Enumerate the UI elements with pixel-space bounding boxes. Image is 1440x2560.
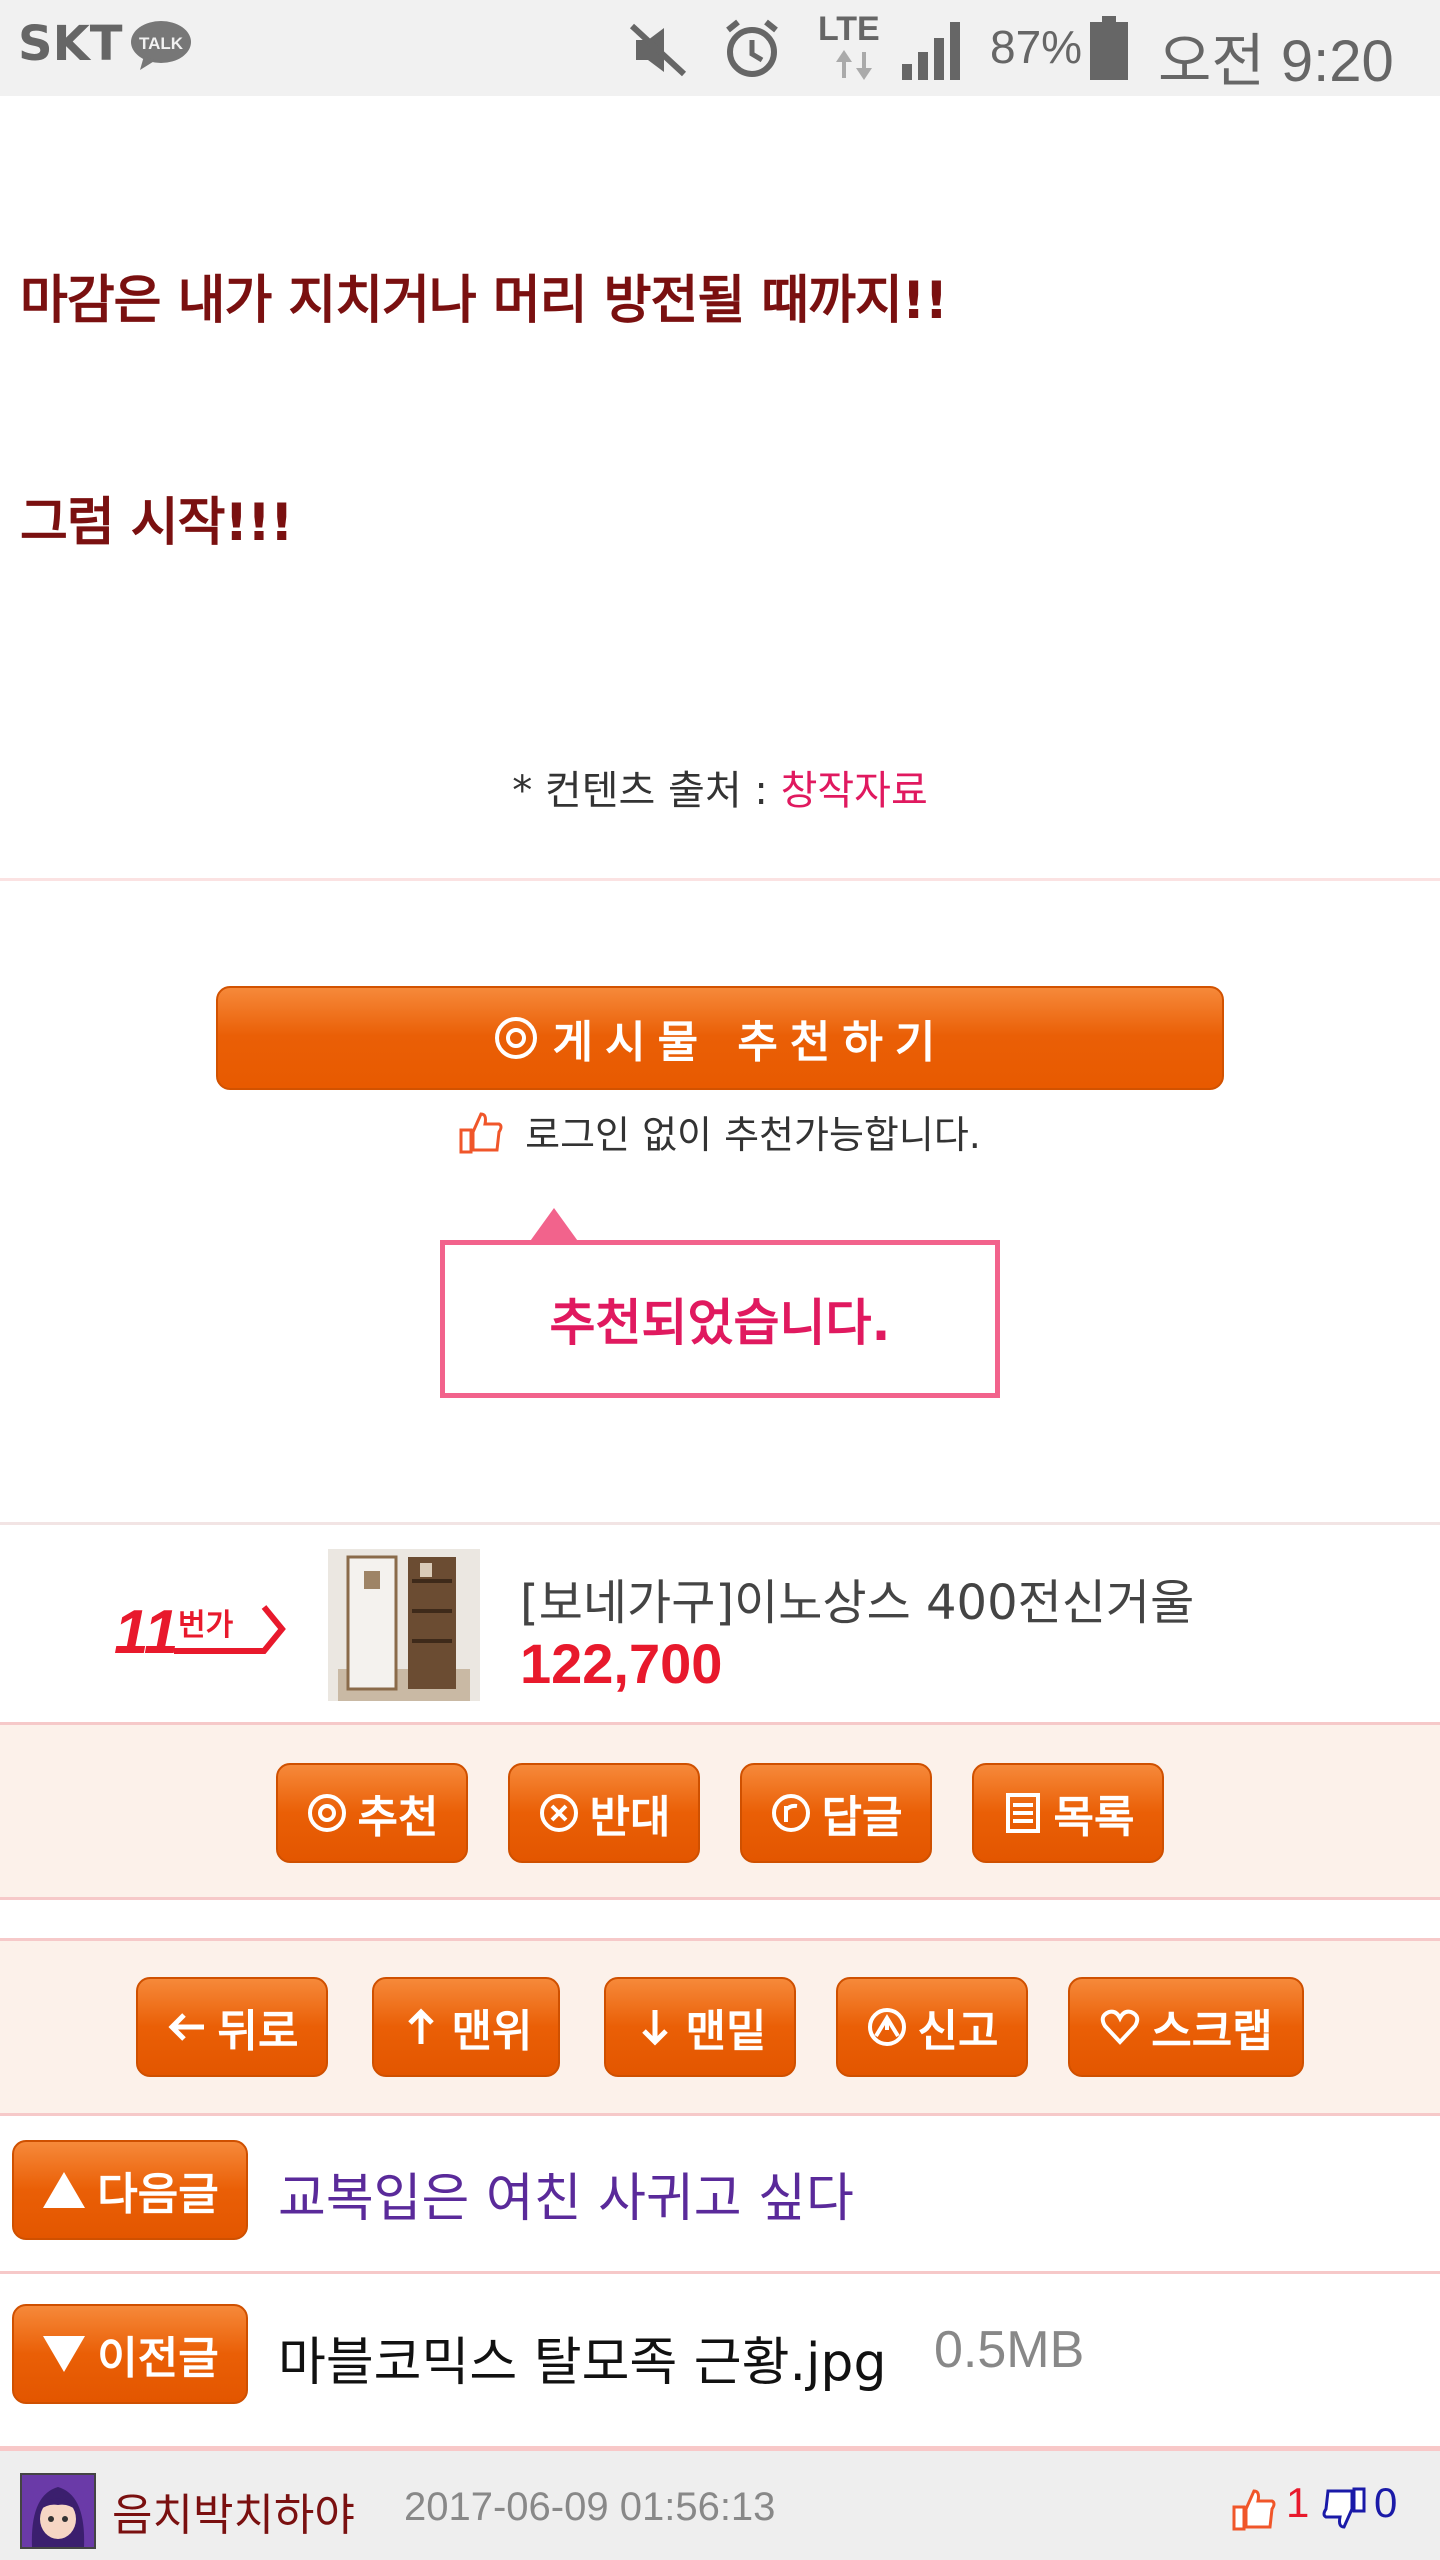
product-price: 122,700 [520, 1632, 723, 1695]
mute-icon [629, 23, 687, 77]
arrow-up-icon [407, 2008, 434, 2044]
recommend-post-label: 게시물 추천하기 [552, 1017, 948, 1068]
arrow-left-icon [167, 2013, 204, 2041]
triangle-up-icon [43, 2172, 86, 2208]
recommend-post-button[interactable]: 게시물 추천하기 [216, 986, 1224, 1090]
lte-indicator: LTE [818, 10, 888, 82]
circle-o-icon [307, 1794, 346, 1832]
battery-percent: 87% [990, 21, 1083, 73]
prev-post-button[interactable]: 이전글 [12, 2304, 248, 2404]
oppose-button[interactable]: 반대 [508, 1763, 700, 1863]
post-date: 2017-06-09 01:56:13 [404, 2485, 776, 2529]
author-name[interactable]: 음치박치하야 [112, 2479, 355, 2543]
mirror-cabinet-image [328, 1549, 480, 1701]
svg-text:TALK: TALK [139, 34, 184, 53]
recommend-button-label: 추천 [357, 1792, 439, 1843]
svg-text:번가: 번가 [178, 1608, 234, 1643]
downvote-count: 0 [1374, 2479, 1398, 2526]
circle-r-icon [771, 1794, 810, 1832]
source-prefix: * 컨텐츠 출처 : [512, 768, 781, 814]
source-link[interactable]: 창작자료 [781, 768, 928, 814]
circle-x-icon [539, 1794, 578, 1832]
status-bar: SKT TALK LTE 87% 오전 9:20 [0, 0, 1440, 96]
thumbs-down-icon [1322, 2487, 1366, 2529]
next-post-button[interactable]: 다음글 [12, 2140, 248, 2240]
next-post-row[interactable]: 다음글 교복입은 여친 사귀고 싶다 [0, 2116, 1440, 2274]
report-button-label: 신고 [917, 2006, 999, 2057]
recommend-button[interactable]: 추천 [276, 1763, 468, 1863]
arrow-down-icon [641, 2010, 668, 2046]
alarm-icon [726, 19, 778, 77]
carrier-label: SKT [18, 16, 123, 72]
report-button[interactable]: 신고 [836, 1977, 1028, 2077]
heart-icon [1101, 2009, 1140, 2045]
list-button[interactable]: 목록 [972, 1763, 1164, 1863]
next-post-label: 다음글 [97, 2169, 219, 2220]
scrap-button-label: 스크랩 [1151, 2006, 1273, 2057]
prev-post-title[interactable]: 마블코믹스 탈모족 근황.jpg [278, 2320, 886, 2395]
back-button[interactable]: 뒤로 [136, 1977, 328, 2077]
bottom-button-label: 맨밑 [685, 2006, 767, 2057]
reply-button[interactable]: 답글 [740, 1763, 932, 1863]
list-button-label: 목록 [1053, 1792, 1135, 1843]
article-text-line-2: 그럼 시작!!! [20, 493, 294, 553]
back-button-label: 뒤로 [217, 2006, 299, 2057]
battery-icon [1090, 16, 1128, 80]
clock: 오전 9:20 [1158, 29, 1394, 94]
upvote-count: 1 [1286, 2479, 1310, 2526]
prev-post-row[interactable]: 이전글 마블코믹스 탈모족 근황.jpg 0.5MB [0, 2280, 1440, 2440]
prev-post-label: 이전글 [97, 2333, 219, 2384]
scrap-button[interactable]: 스크랩 [1068, 1977, 1304, 2077]
divider [0, 878, 1440, 881]
recommended-message: 추천되었습니다. [549, 1294, 891, 1352]
next-post-title[interactable]: 교복입은 여친 사귀고 싶다 [278, 2156, 854, 2231]
recommended-callout: 추천되었습니다. [440, 1240, 1000, 1398]
recommend-note: 로그인 없이 추천가능합니다. [0, 1104, 1440, 1159]
bottom-button[interactable]: 맨밑 [604, 1977, 796, 2077]
list-icon [1005, 1793, 1040, 1833]
recommend-note-text: 로그인 없이 추천가능합니다. [525, 1113, 981, 1157]
reply-button-label: 답글 [821, 1792, 903, 1843]
shopping-ad[interactable]: 11 번가 [보네가구]이노상스 400전신거울 122,700 [0, 1522, 1440, 1724]
circle-o-icon [494, 1017, 537, 1059]
post-author-bar: 음치박치하야 2017-06-09 01:56:13 1 0 [0, 2446, 1440, 2560]
thumbs-up-icon [459, 1111, 503, 1153]
top-button[interactable]: 맨위 [372, 1977, 560, 2077]
prev-post-size: 0.5MB [934, 2321, 1085, 2379]
navigation-actions-bar: 뒤로 맨위 맨밑 신고 스크랩 [0, 1938, 1440, 2116]
post-actions-bar: 추천 반대 답글 목록 [0, 1722, 1440, 1900]
avatar-image [22, 2475, 94, 2547]
avatar[interactable] [20, 2473, 96, 2549]
report-icon [867, 2008, 906, 2046]
product-thumbnail[interactable] [328, 1549, 480, 1701]
thumbs-up-icon [1232, 2489, 1276, 2531]
11st-logo: 11 번가 [114, 1598, 286, 1665]
oppose-button-label: 반대 [589, 1792, 671, 1843]
top-button-label: 맨위 [451, 2006, 533, 2057]
triangle-down-icon [43, 2336, 86, 2372]
data-arrows-icon [836, 50, 872, 80]
kakaotalk-icon: TALK [131, 21, 191, 70]
product-title[interactable]: [보네가구]이노상스 400전신거울 [520, 1563, 1194, 1633]
article-text-line-1: 마감은 내가 지치거나 머리 방전될 때까지!! [20, 271, 948, 331]
content-source: * 컨텐츠 출처 : 창작자료 [0, 758, 1440, 816]
signal-icon [902, 22, 960, 80]
svg-text:11: 11 [114, 1598, 178, 1665]
